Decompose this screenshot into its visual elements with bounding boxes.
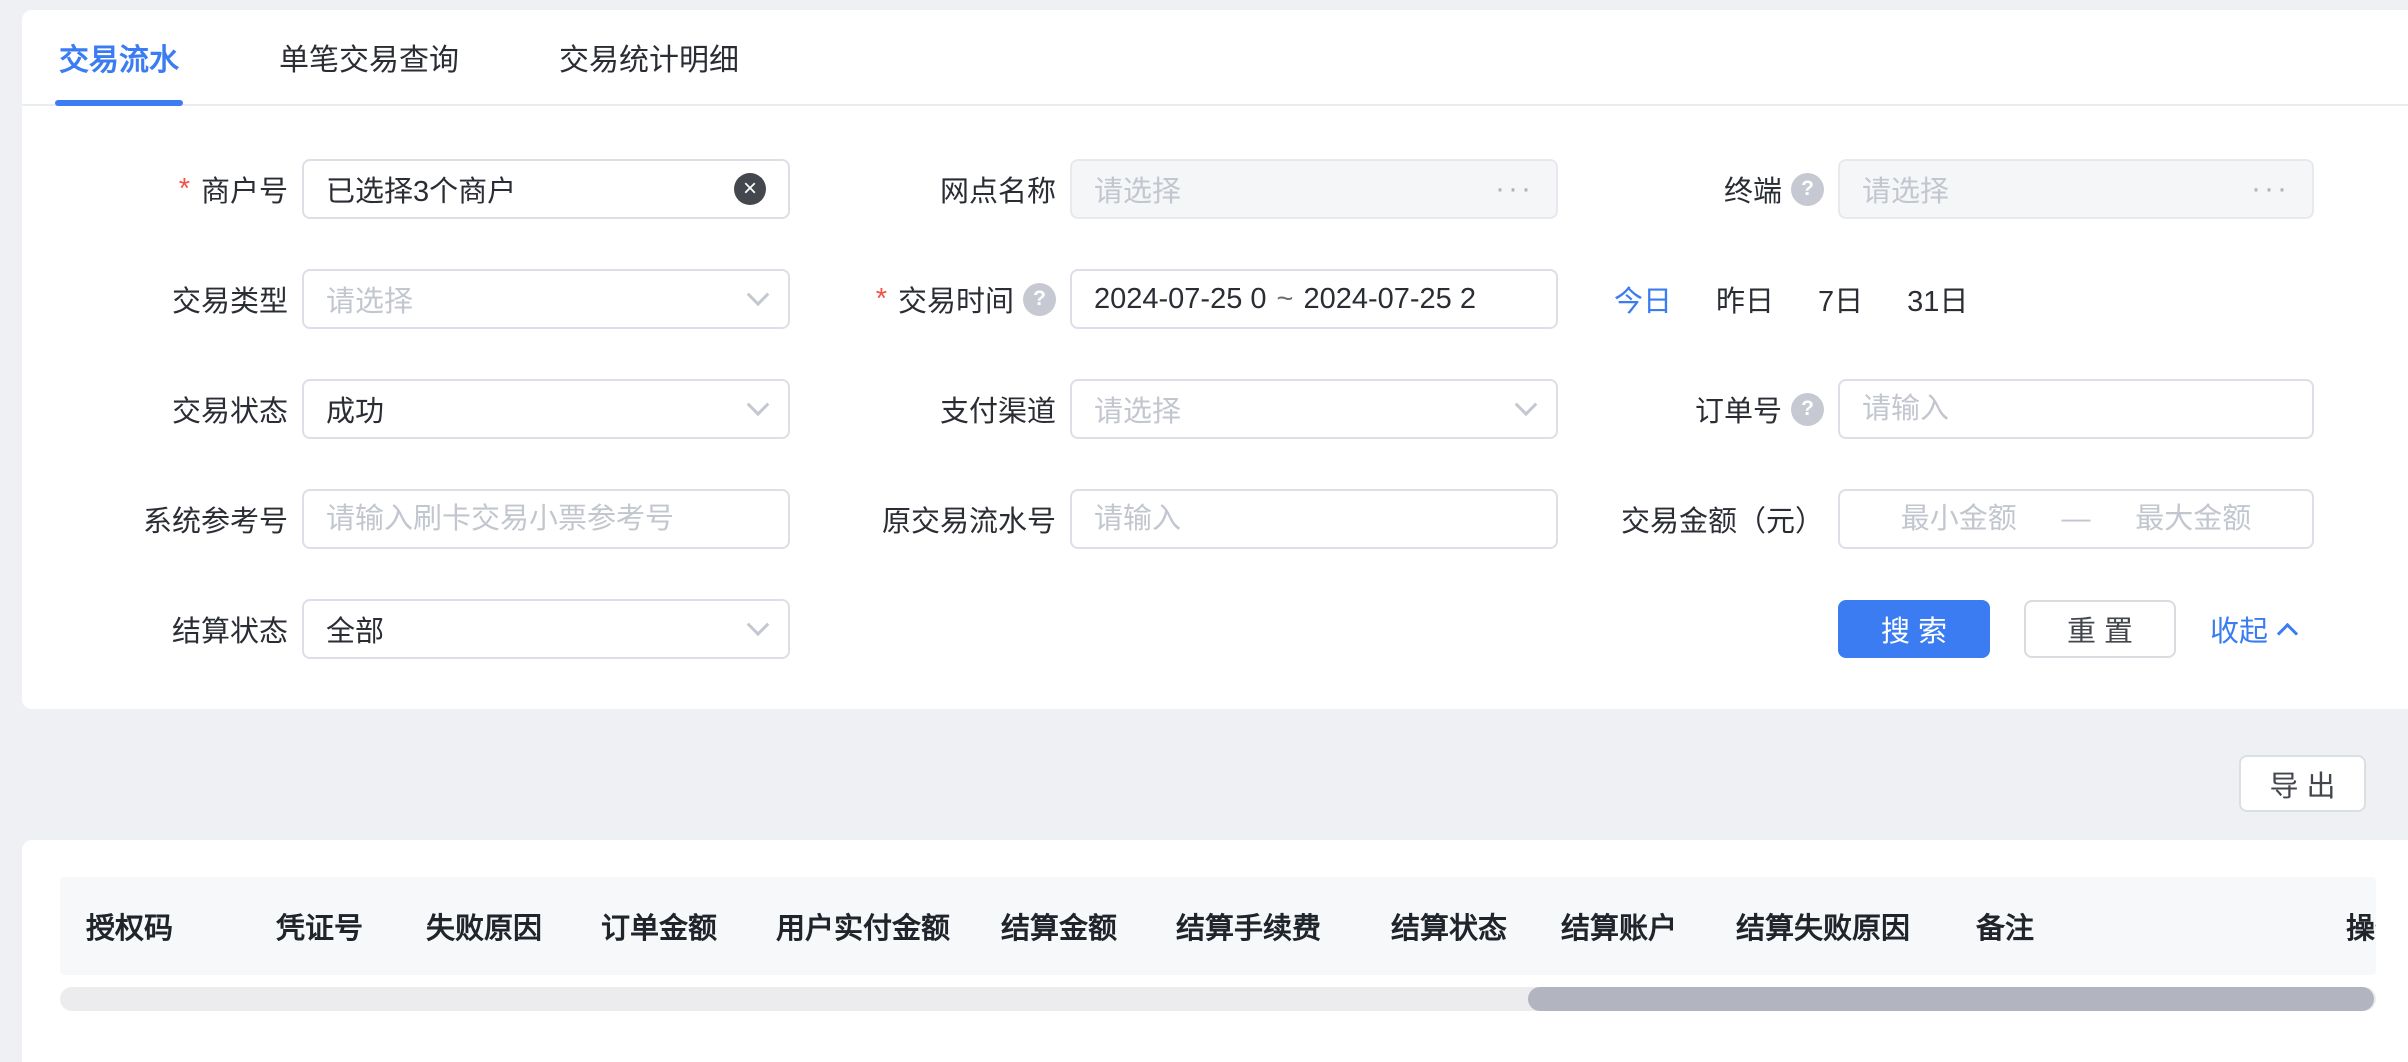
col-order-amount: 订单金额 [601,905,776,947]
orig-txn-no-field [1070,489,1558,549]
col-settle-amount: 结算金额 [1001,905,1176,947]
amount-separator: — [2062,503,2091,536]
tab-label: 交易统计明细 [559,35,739,79]
tab-label: 交易流水 [59,35,179,79]
horizontal-scrollbar[interactable] [60,987,2376,1011]
chevron-down-icon [1515,393,1538,416]
sys-ref-input[interactable] [326,503,766,536]
tab-single-transaction-query[interactable]: 单笔交易查询 [275,10,463,104]
form-row-5: 结算状态 全部 搜 索 重 置 收起 [22,574,2408,684]
merchant-value: 已选择3个商户 [326,168,516,210]
txn-type-select[interactable]: 请选择 [302,269,790,329]
query-card: 交易流水 单笔交易查询 交易统计明细 *商户号 已选择3个商户 × 网点名称 [22,10,2408,709]
search-form: *商户号 已选择3个商户 × 网点名称 请选择 ··· 终端 ? [22,106,2408,684]
quick-range-today[interactable]: 今日 [1614,278,1672,320]
form-row-2: 交易类型 请选择 *交易时间 ? 2024-07-25 0 ~ 2024-07-… [22,244,2408,354]
clear-icon[interactable]: × [734,173,766,205]
txn-time-label: *交易时间 ? [790,278,1070,320]
col-fail-reason: 失败原因 [426,905,601,947]
form-row-3: 交易状态 成功 支付渠道 请选择 订单号 ? [22,354,2408,464]
branch-placeholder: 请选择 [1094,168,1181,210]
help-icon[interactable]: ? [1791,393,1824,426]
sys-ref-label: 系统参考号 [22,498,302,540]
order-no-field [1838,379,2314,439]
form-row-4: 系统参考号 原交易流水号 交易金额（元） — [22,464,2408,574]
pay-channel-placeholder: 请选择 [1094,388,1181,430]
help-icon[interactable]: ? [1791,173,1824,206]
branch-select: 请选择 ··· [1070,159,1558,219]
date-separator: ~ [1277,283,1294,316]
settle-status-select[interactable]: 全部 [302,599,790,659]
txn-time-range-picker[interactable]: 2024-07-25 0 ~ 2024-07-25 2 [1070,269,1558,329]
branch-label: 网点名称 [790,168,1070,210]
help-icon[interactable]: ? [1023,283,1056,316]
amount-label: 交易金额（元） [1558,498,1838,540]
txn-type-placeholder: 请选择 [326,278,413,320]
quick-range-yesterday[interactable]: 昨日 [1716,278,1774,320]
chevron-down-icon [747,283,770,306]
pay-channel-select[interactable]: 请选择 [1070,379,1558,439]
chevron-up-icon [2277,622,2298,643]
tab-label: 单笔交易查询 [279,35,459,79]
col-settle-status: 结算状态 [1391,905,1561,947]
merchant-select[interactable]: 已选择3个商户 × [302,159,790,219]
form-row-1: *商户号 已选择3个商户 × 网点名称 请选择 ··· 终端 ? [22,134,2408,244]
toolbar: 导 出 [2239,755,2366,812]
ellipsis-icon: ··· [2251,172,2290,206]
tab-bar: 交易流水 单笔交易查询 交易统计明细 [22,10,2408,106]
amount-range-field: — [1838,489,2314,549]
txn-status-label: 交易状态 [22,388,302,430]
orig-txn-no-label: 原交易流水号 [790,498,1070,540]
col-auth-code: 授权码 [86,905,276,947]
order-no-input[interactable] [1862,393,2290,426]
quick-range-links: 今日 昨日 7日 31日 [1558,278,1968,320]
orig-txn-no-input[interactable] [1094,503,1534,536]
txn-status-value: 成功 [326,388,384,430]
form-actions: 搜 索 重 置 收起 [1838,600,2295,658]
col-voucher-no: 凭证号 [276,905,426,947]
order-no-label: 订单号 ? [1558,388,1838,430]
scrollbar-thumb[interactable] [1528,987,2374,1011]
tab-transaction-statistics[interactable]: 交易统计明细 [555,10,743,104]
quick-range-31d[interactable]: 31日 [1907,278,1968,320]
terminal-select: 请选择 ··· [1838,159,2314,219]
collapse-link[interactable]: 收起 [2210,608,2295,650]
col-operation: 操作 [2346,905,2376,947]
export-button[interactable]: 导 出 [2239,755,2366,812]
col-remark: 备注 [1976,905,2346,947]
col-settle-account: 结算账户 [1561,905,1736,947]
amount-min-input[interactable] [1862,503,2056,536]
terminal-placeholder: 请选择 [1862,168,1949,210]
quick-range-7d[interactable]: 7日 [1818,278,1863,320]
amount-max-input[interactable] [2097,503,2291,536]
pay-channel-label: 支付渠道 [790,388,1070,430]
required-mark: * [876,283,887,316]
ellipsis-icon: ··· [1495,172,1534,206]
txn-status-select[interactable]: 成功 [302,379,790,439]
settle-status-value: 全部 [326,608,384,650]
result-card: 授权码 凭证号 失败原因 订单金额 用户实付金额 结算金额 结算手续费 结算状态… [22,840,2408,1062]
txn-type-label: 交易类型 [22,278,302,320]
merchant-label: *商户号 [22,168,302,210]
reset-button[interactable]: 重 置 [2024,600,2176,658]
collapse-label: 收起 [2210,608,2268,650]
col-user-paid-amount: 用户实付金额 [776,905,1001,947]
chevron-down-icon [747,613,770,636]
col-settle-fee: 结算手续费 [1176,905,1391,947]
date-start: 2024-07-25 0 [1094,283,1267,316]
terminal-label: 终端 ? [1558,168,1838,210]
tab-transaction-flow[interactable]: 交易流水 [55,10,183,104]
required-mark: * [179,173,190,206]
table-header-row: 授权码 凭证号 失败原因 订单金额 用户实付金额 结算金额 结算手续费 结算状态… [60,877,2376,975]
settle-status-label: 结算状态 [22,608,302,650]
search-button[interactable]: 搜 索 [1838,600,1990,658]
col-settle-fail-reason: 结算失败原因 [1736,905,1976,947]
chevron-down-icon [747,393,770,416]
sys-ref-field [302,489,790,549]
date-end: 2024-07-25 2 [1303,283,1476,316]
